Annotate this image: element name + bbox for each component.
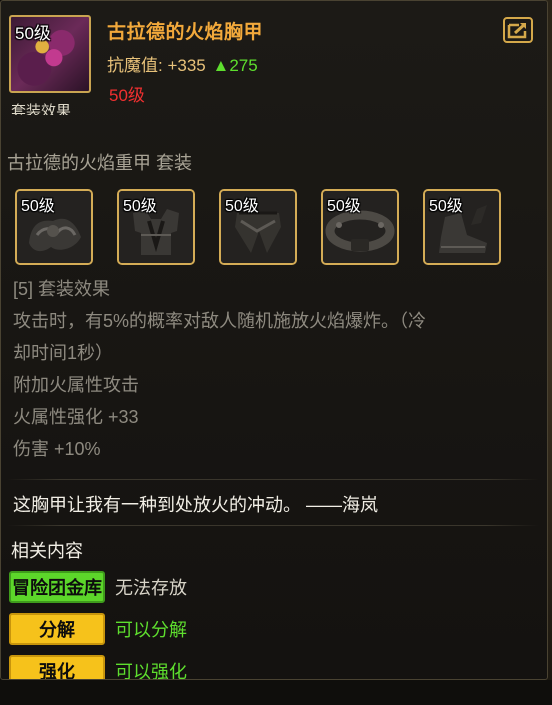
disassemble-tag[interactable]: 分解: [9, 613, 105, 645]
item-name: 古拉德的火焰胸甲: [107, 22, 264, 43]
set-name: 古拉德的火焰重甲 套装: [7, 153, 192, 173]
background-strip: [0, 680, 552, 705]
set-bonus-line: 伤害 +10%: [13, 439, 101, 459]
vault-desc: 无法存放: [115, 578, 187, 598]
set-piece-level: 50级: [429, 198, 463, 215]
clipped-section-title: 套装效果: [11, 101, 71, 115]
stat-line: 抗魔值: +335 ▲275: [107, 51, 258, 76]
divider: [7, 525, 539, 526]
vault-tag[interactable]: 冒险团金库: [9, 571, 105, 603]
flavor-quote: 这胸甲让我有一种到处放火的冲动。 ——海岚: [13, 495, 378, 515]
set-bonus-line: 附加火属性攻击: [13, 375, 139, 395]
related-row: 冒险团金库 无法存放: [9, 571, 187, 603]
disassemble-desc: 可以分解: [115, 620, 187, 640]
compare-arrow-icon: [507, 22, 527, 39]
set-piece-level: 50级: [327, 198, 361, 215]
set-piece-2[interactable]: 50级: [117, 189, 195, 265]
set-bonus-line: 火属性强化 +33: [13, 407, 139, 427]
flame-chest-armor-icon: 50级: [9, 15, 91, 93]
set-bonus-line: 攻击时，有5%的概率对敌人随机施放火焰爆炸。（冷: [13, 311, 427, 331]
set-piece-level: 50级: [123, 198, 157, 215]
set-piece-level: 50级: [21, 198, 55, 215]
related-row: 强化 可以强化: [9, 655, 187, 680]
stat-bonus: ▲275: [212, 56, 258, 75]
set-piece-3[interactable]: 50级: [219, 189, 297, 265]
set-piece-5[interactable]: 50级: [423, 189, 501, 265]
enhance-desc: 可以强化: [115, 662, 187, 680]
compare-button[interactable]: [503, 17, 533, 43]
stat-value: +335: [167, 56, 206, 75]
set-bonus-line: 却时间1秒）: [13, 343, 114, 363]
set-piece-1[interactable]: 50级: [15, 189, 93, 265]
enhance-tag[interactable]: 强化: [9, 655, 105, 679]
item-level-tag: 50级: [15, 24, 51, 43]
required-level: 50级: [109, 86, 145, 105]
stat-label: 抗魔值:: [107, 56, 163, 75]
related-row: 分解 可以分解: [9, 613, 187, 645]
set-piece-4[interactable]: 50级: [321, 189, 399, 265]
clipped-section-text: 套装效果: [11, 103, 72, 115]
item-tooltip: 50级 古拉德的火焰胸甲 抗魔值: +335 ▲275 50级 套装效果 古拉德…: [0, 0, 548, 680]
divider: [7, 479, 539, 480]
set-bonus-text: [5] 套装效果 攻击时，有5%的概率对敌人随机施放火焰爆炸。（冷 却时间1秒）…: [13, 273, 523, 465]
set-bonus-line: [5] 套装效果: [13, 279, 111, 299]
related-title: 相关内容: [11, 541, 83, 561]
set-piece-level: 50级: [225, 198, 259, 215]
